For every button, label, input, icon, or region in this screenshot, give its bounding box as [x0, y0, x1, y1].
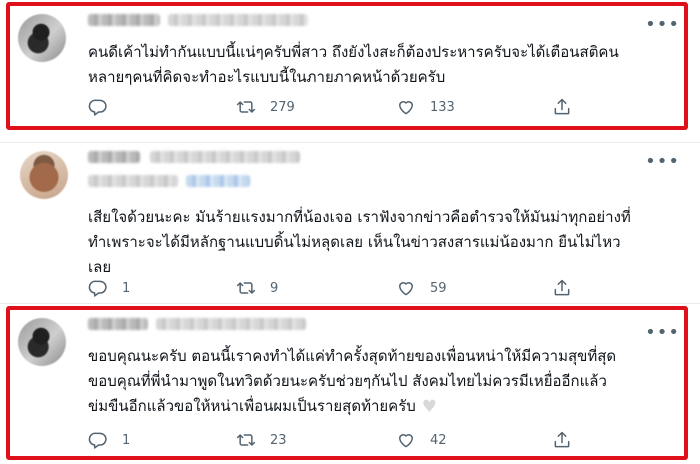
retweet-icon — [236, 282, 256, 294]
share-button[interactable] — [552, 96, 572, 118]
tweet-text: เสียใจด้วยนะคะ มันร้ายแรงมากที่น้องเจอ เ… — [88, 208, 631, 276]
reply-button[interactable]: 1 — [88, 277, 130, 299]
blurred-username — [88, 151, 140, 163]
like-count: 59 — [430, 280, 447, 296]
reply-button[interactable]: 1 — [88, 429, 130, 451]
blurred-reply-context — [88, 175, 178, 187]
tweet-text-body: ขอบคุณนะครับ ตอนนี้เราคงทำได้แค่ทำครั้งส… — [88, 347, 617, 415]
more-options-icon[interactable]: ••• — [645, 16, 680, 34]
share-icon — [554, 431, 570, 448]
like-button[interactable]: 59 — [396, 277, 447, 299]
avatar[interactable] — [20, 151, 68, 199]
retweet-button[interactable]: 9 — [236, 277, 278, 299]
blurred-mention — [186, 175, 250, 187]
heart-icon — [399, 434, 413, 448]
retweet-count: 23 — [270, 432, 287, 448]
share-button[interactable] — [552, 429, 572, 451]
heart-icon — [399, 101, 413, 115]
retweet-icon — [236, 434, 256, 446]
reply-icon — [88, 99, 107, 116]
blurred-username — [88, 14, 160, 26]
share-icon — [554, 98, 570, 115]
tweet-text: คนดีเค้าไม่ทำกันแบบนี้แน่ๆครับพี่สาว ถึง… — [88, 43, 619, 86]
like-count: 133 — [430, 99, 455, 115]
like-button[interactable]: 42 — [396, 429, 447, 451]
retweet-button[interactable]: 23 — [236, 429, 287, 451]
like-button[interactable]: 133 — [396, 96, 455, 118]
blurred-handle — [156, 318, 306, 330]
blurred-handle — [168, 14, 308, 26]
retweet-count: 9 — [270, 280, 279, 296]
heart-icon — [399, 282, 413, 296]
share-button[interactable] — [552, 277, 572, 299]
blurred-username — [88, 318, 148, 330]
retweet-count: 279 — [270, 99, 295, 115]
more-options-icon[interactable]: ••• — [645, 153, 680, 171]
avatar[interactable] — [18, 14, 66, 62]
avatar[interactable] — [18, 318, 66, 366]
retweet-button[interactable]: 279 — [236, 96, 295, 118]
blurred-handle — [150, 151, 300, 163]
tweet-2[interactable]: ••• เสียใจด้วยนะคะ มันร้ายแรงมากที่น้องเ… — [0, 143, 700, 303]
reply-count: 1 — [122, 432, 131, 448]
tweet-1[interactable]: ••• คนดีเค้าไม่ทำกันแบบนี้แน่ๆครับพี่สาว… — [0, 0, 700, 142]
tweet-actions: 1 23 42 — [88, 429, 588, 451]
like-count: 42 — [430, 432, 447, 448]
more-options-icon[interactable]: ••• — [645, 324, 680, 342]
tweet-actions: 279 133 — [88, 96, 588, 118]
reply-icon — [88, 432, 107, 449]
tweet-text: ขอบคุณนะครับ ตอนนี้เราคงทำได้แค่ทำครั้งส… — [88, 344, 678, 420]
reply-button[interactable] — [88, 96, 122, 118]
tweet-actions: 1 9 59 — [88, 277, 588, 299]
share-icon — [554, 279, 570, 296]
white-heart-emoji: ♥ — [421, 397, 438, 417]
reply-icon — [88, 280, 107, 297]
retweet-icon — [236, 101, 256, 113]
tweet-3[interactable]: ••• ขอบคุณนะครับ ตอนนี้เราคงทำได้แค่ทำคร… — [0, 304, 700, 464]
reply-count: 1 — [122, 280, 131, 296]
